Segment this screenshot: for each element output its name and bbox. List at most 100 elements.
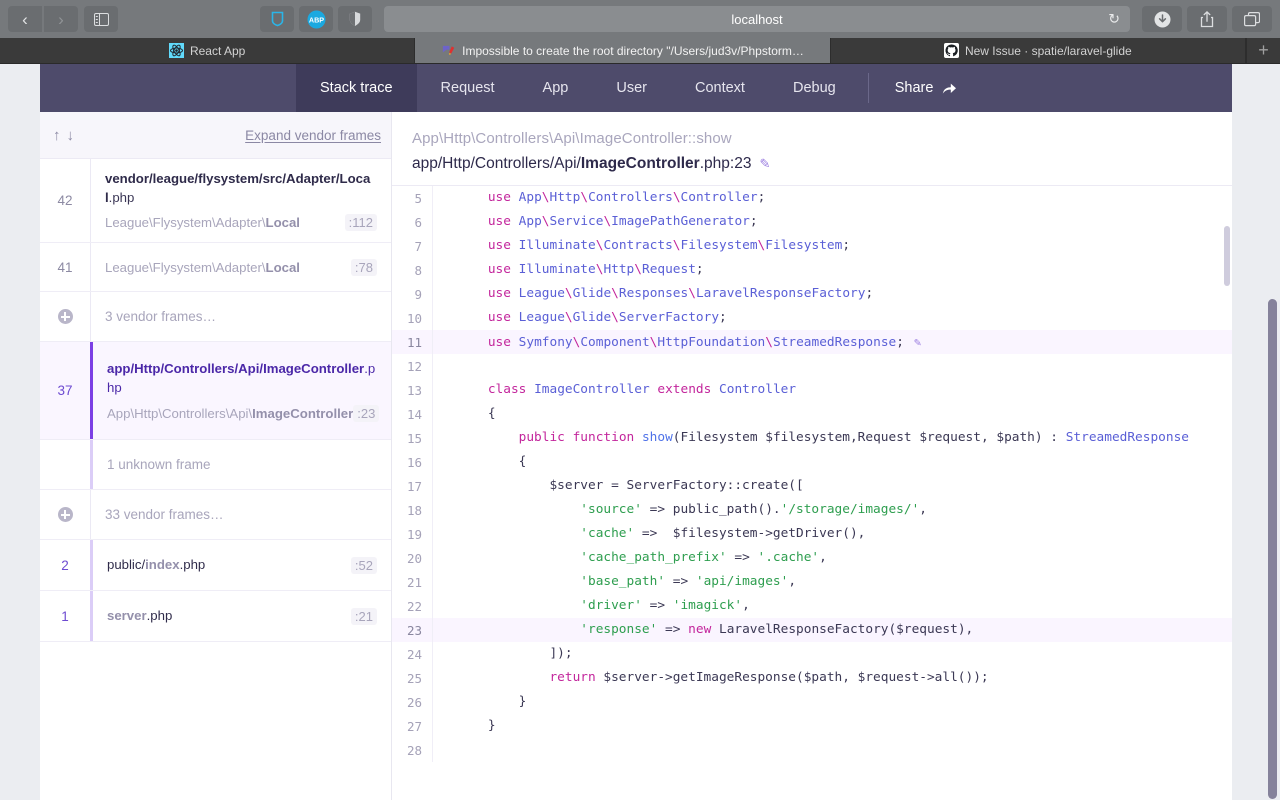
arrow-down-icon[interactable]: ↓ xyxy=(67,127,75,144)
frame-class-name: Local xyxy=(265,215,300,231)
code-line-source: class ImageController extends Controller xyxy=(432,378,1232,402)
code-line: 17 $server = ServerFactory::create([ xyxy=(392,474,1232,498)
code-line: 11 use Symfony\Component\HttpFoundation\… xyxy=(392,330,1232,354)
code-line-source: $server = ServerFactory::create([ xyxy=(432,474,1232,498)
stack-frames-sidebar: ↑ ↓ Expand vendor frames 42 vendor/leagu… xyxy=(40,112,392,800)
app-body: ↑ ↓ Expand vendor frames 42 vendor/leagu… xyxy=(40,112,1232,800)
frame-detail: 3 vendor frames… xyxy=(90,292,391,342)
share-arrow-icon xyxy=(943,83,957,94)
reload-icon[interactable]: ↻ xyxy=(1108,11,1120,28)
privacy-shield-button[interactable] xyxy=(338,6,372,32)
arrow-up-icon[interactable]: ↑ xyxy=(53,127,61,144)
shield-extension-button[interactable] xyxy=(260,6,294,32)
frame-number: 2 xyxy=(61,557,69,573)
browser-tab-github-new-issue[interactable]: New Issue · spatie/laravel-glide xyxy=(831,38,1246,63)
code-line-number: 26 xyxy=(406,694,422,710)
code-line-number: 17 xyxy=(406,478,422,494)
code-line: 22 'driver' => 'imagick', xyxy=(392,594,1232,618)
expand-cell[interactable] xyxy=(40,292,90,341)
code-line-source: use App\Http\Controllers\Controller; xyxy=(432,186,1232,210)
pencil-icon[interactable]: ✎ xyxy=(914,335,921,349)
extension-buttons: ABP xyxy=(260,6,372,32)
show-tabs-icon xyxy=(1244,11,1260,26)
tab-request[interactable]: Request xyxy=(417,64,519,112)
share-button[interactable] xyxy=(1187,6,1227,32)
browser-tab-react-app[interactable]: React App xyxy=(0,38,416,63)
svg-text:ABP: ABP xyxy=(308,15,323,24)
downloads-button[interactable] xyxy=(1142,6,1182,32)
tab-app[interactable]: App xyxy=(519,64,593,112)
frame-class-namespace: League\Flysystem\Adapter\ xyxy=(105,259,266,275)
react-icon xyxy=(168,43,184,58)
frame-path: app/Http/Controllers/Api/ImageController… xyxy=(107,360,379,397)
frame-class-row: League\Flysystem\Adapter\Local :78 xyxy=(105,258,377,276)
pencil-icon[interactable]: ✎ xyxy=(759,156,770,172)
code-line: 13 class ImageController extends Control… xyxy=(392,378,1232,402)
frame-line-number: :52 xyxy=(350,556,377,574)
sidebar-toggle-button[interactable] xyxy=(84,6,118,32)
back-button[interactable]: ‹ xyxy=(8,6,42,32)
forward-button[interactable]: › xyxy=(44,6,78,32)
stack-frame-row-active[interactable]: 37 app/Http/Controllers/Api/ImageControl… xyxy=(40,342,393,441)
flare-icon xyxy=(443,45,455,55)
frame-path-file: index xyxy=(145,557,180,573)
code-line-source: { xyxy=(432,450,1232,474)
show-tabs-button[interactable] xyxy=(1232,6,1272,32)
frame-class-name: Local xyxy=(265,259,300,275)
stack-frame-row[interactable]: 2 public/index.php :52 xyxy=(40,540,391,592)
flare-error-app: Stack trace Request App User Context Deb… xyxy=(40,64,1232,800)
code-line-source: 'cache_path_prefix' => '.cache', xyxy=(432,546,1232,570)
page-scrollbar[interactable] xyxy=(1268,299,1277,799)
code-line-number: 11 xyxy=(406,334,422,350)
code-line-source: 'base_path' => 'api/images', xyxy=(432,570,1232,594)
address-bar[interactable]: localhost ↻ xyxy=(384,6,1130,32)
code-line-source: 'source' => public_path().'/storage/imag… xyxy=(432,498,1232,522)
stack-frame-row[interactable]: 42 vendor/league/flysystem/src/Adapter/L… xyxy=(40,159,391,244)
code-line: 10 use League\Glide\ServerFactory; xyxy=(392,306,1232,330)
code-line: 9 use League\Glide\Responses\LaravelResp… xyxy=(392,282,1232,306)
frame-line-number: :112 xyxy=(344,214,377,232)
frame-path-ext: .php xyxy=(179,557,206,573)
frame-detail: app/Http/Controllers/Api/ImageController… xyxy=(90,342,393,440)
code-file-path: app/Http/Controllers/Api/ImageController… xyxy=(412,155,1232,173)
expand-vendor-frames-link[interactable]: Expand vendor frames xyxy=(245,128,381,143)
tab-stack-trace[interactable]: Stack trace xyxy=(296,64,417,112)
github-icon xyxy=(943,43,959,58)
tab-title: Impossible to create the root directory … xyxy=(462,43,804,58)
code-line: 8 use Illuminate\Http\Request; xyxy=(392,258,1232,282)
code-line-source: } xyxy=(432,690,1232,714)
collapsed-vendor-frames-row[interactable]: 3 vendor frames… xyxy=(40,292,391,343)
adblock-plus-button[interactable]: ABP xyxy=(299,6,333,32)
share-label: Share xyxy=(894,80,934,96)
code-line-source: use Illuminate\Contracts\Filesystem\File… xyxy=(432,234,1232,258)
frame-path-prefix: app/Http/Controllers/Api/ xyxy=(107,361,264,377)
new-tab-button[interactable]: + xyxy=(1245,38,1280,63)
code-line-number: 15 xyxy=(406,430,422,446)
code-line-source: use App\Service\ImagePathGenerator; xyxy=(432,210,1232,234)
frame-path: server.php xyxy=(107,607,172,626)
code-line: 23 'response' => new LaravelResponseFact… xyxy=(392,618,1232,642)
sidebar-toolbar: ↑ ↓ Expand vendor frames xyxy=(40,112,391,159)
code-line-number: 16 xyxy=(406,454,422,470)
collapsed-vendor-frames-row[interactable]: 33 vendor frames… xyxy=(40,490,391,541)
frame-number: 37 xyxy=(57,383,73,399)
tab-context[interactable]: Context xyxy=(671,64,769,112)
code-line-source: use League\Glide\Responses\LaravelRespon… xyxy=(432,282,1232,306)
frame-detail: server.php :21 xyxy=(90,591,391,642)
expand-cell[interactable] xyxy=(40,490,90,539)
code-line-number: 21 xyxy=(406,574,422,590)
browser-tab-phpstorm-error[interactable]: Impossible to create the root directory … xyxy=(415,38,831,63)
stack-frame-row[interactable]: 41 League\Flysystem\Adapter\Local :78 xyxy=(40,243,391,293)
code-method-name: App\Http\Controllers\Api\ImageController… xyxy=(412,130,732,147)
tab-debug[interactable]: Debug xyxy=(769,64,860,112)
frame-line-number: :21 xyxy=(350,607,377,625)
tab-user[interactable]: User xyxy=(592,64,671,112)
code-scrollbar[interactable] xyxy=(1224,226,1230,286)
frame-detail: public/index.php :52 xyxy=(90,540,391,591)
stack-frame-row[interactable]: 1 server.php :21 xyxy=(40,591,391,643)
code-line-source: ]); xyxy=(432,642,1232,666)
share-button[interactable]: Share xyxy=(877,80,976,96)
frame-path-row: public/index.php :52 xyxy=(107,556,377,575)
frame-path: vendor/league/flysystem/src/Adapter/Loca… xyxy=(105,170,377,207)
unknown-frame-row[interactable]: 1 unknown frame xyxy=(40,440,391,491)
